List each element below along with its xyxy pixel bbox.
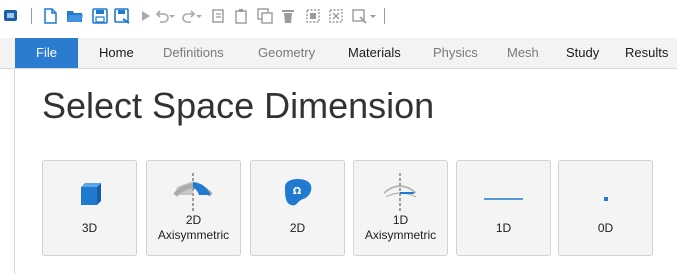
save-icon[interactable] (91, 7, 109, 25)
tab-physics[interactable]: Physics (433, 38, 478, 68)
tab-study[interactable]: Study (566, 38, 599, 68)
space-dimension-2d-axisymmetric-button[interactable]: 2D Axisymmetric (146, 160, 241, 256)
tab-mesh[interactable]: Mesh (507, 38, 539, 68)
open-folder-icon[interactable] (66, 7, 84, 25)
tab-file[interactable]: File (15, 38, 78, 68)
panel-border (14, 69, 15, 274)
select-box-icon[interactable] (304, 7, 322, 25)
domain-2d-icon: Ω (285, 179, 312, 206)
save-as-icon[interactable] (113, 7, 131, 25)
paste-icon[interactable] (233, 7, 251, 25)
space-dimension-3d-button[interactable]: 3D (42, 160, 137, 256)
undo-dropdown-icon[interactable] (167, 7, 177, 25)
page-title: Select Space Dimension (42, 85, 435, 126)
tab-home[interactable]: Home (99, 38, 134, 68)
model-wizard-panel: Select Space Dimension 3D 2D Axisymmetri… (0, 69, 677, 274)
toolbar-dropdown-icon[interactable] (368, 7, 378, 25)
toolbar-separator (31, 8, 32, 24)
svg-text:Ω: Ω (293, 186, 302, 197)
button-label: 3D (81, 221, 98, 235)
button-label: 1D (495, 221, 512, 235)
button-label: 0D (597, 221, 614, 235)
tab-definitions[interactable]: Definitions (163, 38, 224, 68)
cube-icon (81, 183, 101, 205)
duplicate-icon[interactable] (256, 7, 274, 25)
tab-results[interactable]: Results (625, 38, 668, 68)
button-label: 2D (289, 221, 306, 235)
delete-icon[interactable] (279, 7, 297, 25)
axisymmetric-2d-icon (173, 173, 213, 211)
ribbon-tab-bar: File Home Definitions Geometry Materials… (0, 38, 677, 69)
button-label: 1D Axisymmetric (364, 213, 437, 242)
line-1d-icon (484, 198, 523, 200)
toolbar-separator (384, 8, 385, 24)
zoom-box-icon[interactable] (350, 7, 368, 25)
space-dimension-1d-axisymmetric-button[interactable]: 1D Axisymmetric (353, 160, 448, 256)
copy-icon[interactable] (210, 7, 228, 25)
space-dimension-1d-button[interactable]: 1D (456, 160, 551, 256)
deselect-box-icon[interactable] (327, 7, 345, 25)
axisymmetric-1d-icon (383, 173, 417, 211)
quick-access-toolbar (0, 0, 677, 34)
app-logo-icon[interactable] (2, 7, 20, 25)
space-dimension-2d-button[interactable]: Ω 2D (250, 160, 345, 256)
new-file-icon[interactable] (41, 7, 59, 25)
tab-geometry[interactable]: Geometry (258, 38, 315, 68)
button-label: 2D Axisymmetric (157, 213, 230, 242)
point-0d-icon (604, 197, 608, 201)
redo-dropdown-icon[interactable] (194, 7, 204, 25)
tab-materials[interactable]: Materials (348, 38, 401, 68)
space-dimension-0d-button[interactable]: 0D (558, 160, 653, 256)
